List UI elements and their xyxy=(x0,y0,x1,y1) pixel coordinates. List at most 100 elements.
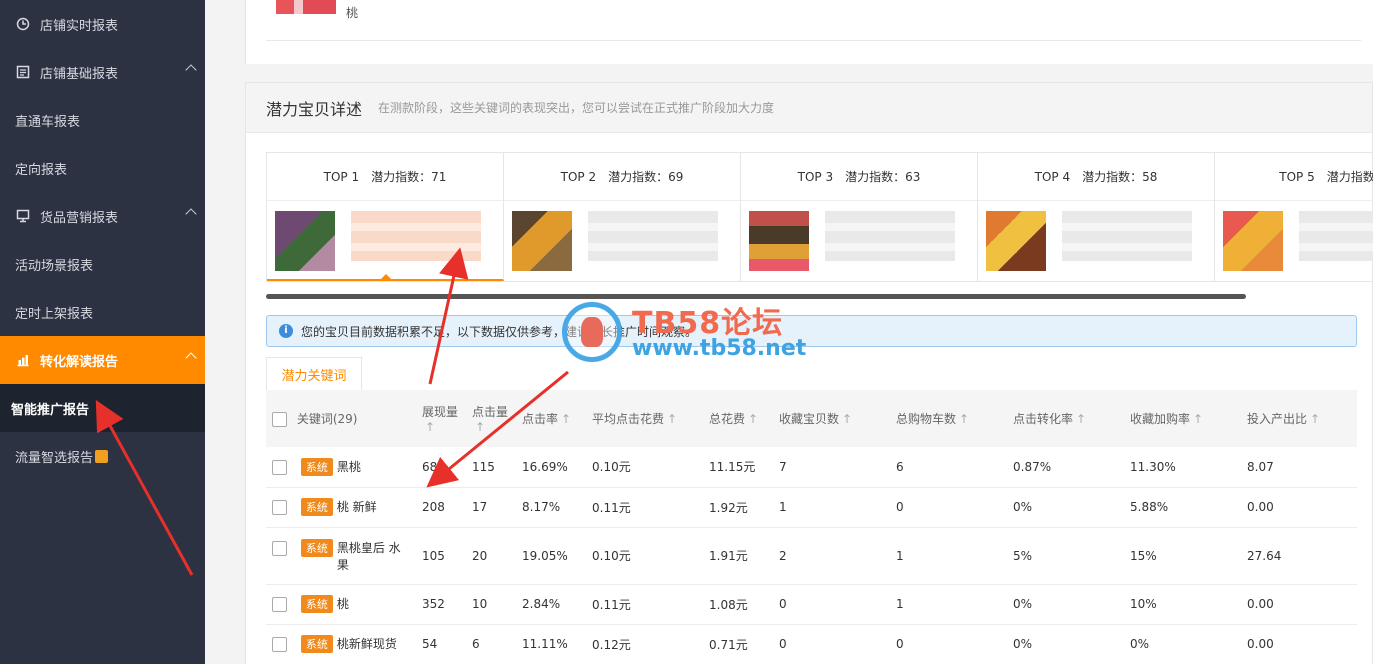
system-tag: 系统 xyxy=(300,457,333,476)
product-title-blurred xyxy=(1062,211,1192,261)
sidebar-item-activity-scene[interactable]: 活动场景报表 xyxy=(0,240,205,288)
product-title-blurred xyxy=(588,211,718,261)
sidebar-item-label: 转化解读报告 xyxy=(40,354,119,370)
system-tag: 系统 xyxy=(300,498,333,516)
cpc: 0.11元 xyxy=(586,487,703,528)
product-image xyxy=(512,211,572,271)
fav-cart-rate: 0% xyxy=(1124,624,1241,664)
carts: 0 xyxy=(890,487,1007,528)
main-content: 桃 潜力宝贝详述 在测款阶段，这些关键词的表现突出，您可以尝试在正式推广阶段加大… xyxy=(205,0,1373,664)
report-icon xyxy=(16,65,30,79)
sidebar-item-store-realtime[interactable]: 店铺实时报表 xyxy=(0,0,205,48)
keyword: 桃新鲜现货 xyxy=(336,637,397,651)
product-title-blurred xyxy=(351,211,481,261)
sidebar-item-store-basic[interactable]: 店铺基础报表 xyxy=(0,48,205,96)
table-row: 系统桃 新鲜 208 17 8.17% 0.11元 1.92元 1 0 0% 5… xyxy=(266,487,1357,528)
row-checkbox[interactable] xyxy=(272,637,287,652)
row-checkbox[interactable] xyxy=(272,500,287,515)
col-fav-cart-rate[interactable]: 收藏加购率 ↑ xyxy=(1124,390,1241,447)
new-badge-icon xyxy=(95,449,109,463)
row-checkbox[interactable] xyxy=(272,459,287,475)
clicks: 115 xyxy=(466,447,516,488)
impressions: 208 xyxy=(416,487,466,528)
col-cvr[interactable]: 点击转化率 ↑ xyxy=(1007,390,1124,447)
sidebar-item-label: 智能推广报告 xyxy=(11,402,90,418)
sidebar-item-traffic-select[interactable]: 流量智选报告 xyxy=(0,432,205,480)
sidebar-item-goods-marketing[interactable]: 货品营销报表 xyxy=(0,192,205,240)
sidebar-item-smart-promotion[interactable]: 智能推广报告 xyxy=(0,384,205,432)
cpc: 0.10元 xyxy=(586,527,703,585)
sidebar-item-label: 直通车报表 xyxy=(15,114,81,130)
col-cpc[interactable]: 平均点击花费 ↑ xyxy=(586,390,703,447)
sidebar-item-conversion-report[interactable]: 转化解读报告 xyxy=(0,336,205,384)
sidebar-item-scheduled-listing[interactable]: 定时上架报表 xyxy=(0,288,205,336)
cvr: 0% xyxy=(1007,487,1124,528)
chevron-up-icon xyxy=(185,208,197,220)
tab-top-3[interactable]: TOP 3 潜力指数：63 xyxy=(741,153,978,281)
sidebar-item-targeting[interactable]: 定向报表 xyxy=(0,144,205,192)
product-thumbnail xyxy=(276,0,336,14)
cvr: 5% xyxy=(1007,527,1124,585)
roi: 8.07 xyxy=(1241,447,1357,488)
divider xyxy=(266,40,1361,41)
sort-arrow-icon: ↑ xyxy=(667,412,678,426)
cost: 11.15元 xyxy=(703,447,773,488)
tab-potential-keywords[interactable]: 潜力关键词 xyxy=(266,357,362,391)
col-roi[interactable]: 投入产出比 ↑ xyxy=(1241,390,1357,447)
keyword-table: 关键词(29) 展现量 ↑ 点击量 ↑ 点击率 ↑ 平均点击花费 ↑ 总花费 ↑ 收藏宝贝… xyxy=(266,390,1357,664)
table-row: 系统 黑桃 689 115 16.69% 0.10元 11.15元 7 6 0.8… xyxy=(266,447,1357,488)
monitor-icon xyxy=(16,209,30,223)
tab-top-4[interactable]: TOP 4 潜力指数：58 xyxy=(978,153,1215,281)
sidebar-item-through-train[interactable]: 直通车报表 xyxy=(0,96,205,144)
system-tag: 系统 xyxy=(300,635,333,653)
product-title-blurred xyxy=(825,211,955,261)
table-header-row: 关键词(29) 展现量 ↑ 点击量 ↑ 点击率 ↑ 平均点击花费 ↑ 总花费 ↑ 收藏宝贝… xyxy=(266,390,1357,447)
tab-top-2[interactable]: TOP 2 潜力指数：69 xyxy=(504,153,741,281)
col-ctr[interactable]: 点击率 ↑ xyxy=(516,390,586,447)
impressions: 105 xyxy=(416,527,466,585)
cpc: 0.10元 xyxy=(586,447,703,488)
cost: 1.08元 xyxy=(703,584,773,625)
clicks: 10 xyxy=(466,584,516,625)
col-cost[interactable]: 总花费 ↑ xyxy=(703,390,773,447)
product-title-blurred xyxy=(1299,211,1373,261)
keyword: 黑桃皇后 水果 xyxy=(336,540,401,572)
row-checkbox[interactable] xyxy=(272,597,287,612)
clicks: 17 xyxy=(466,487,516,528)
sort-arrow-icon: ↑ xyxy=(425,420,436,434)
horizontal-scrollbar[interactable] xyxy=(266,294,1246,299)
notice-text: 您的宝贝目前数据积累不足，以下数据仅供参考，建议延长推广时间观察。 xyxy=(301,324,698,339)
favs: 0 xyxy=(773,584,890,625)
col-impressions[interactable]: 展现量 ↑ xyxy=(416,390,466,447)
cost: 1.92元 xyxy=(703,487,773,528)
product-card: 桃 xyxy=(245,0,1373,64)
ctr: 16.69% xyxy=(516,447,586,488)
carts: 0 xyxy=(890,624,1007,664)
keyword: 桃 新鲜 xyxy=(336,500,377,514)
tab-top-1[interactable]: TOP 1 潜力指数：71 xyxy=(267,153,504,281)
tab-index: 潜力指数：71 xyxy=(371,170,447,184)
carts: 6 xyxy=(890,447,1007,488)
impressions: 54 xyxy=(416,624,466,664)
favs: 7 xyxy=(773,447,890,488)
clock-icon xyxy=(16,17,30,31)
col-carts[interactable]: 总购物车数 ↑ xyxy=(890,390,1007,447)
col-favs[interactable]: 收藏宝贝数 ↑ xyxy=(773,390,890,447)
system-tag: 系统 xyxy=(300,595,333,613)
roi: 0.00 xyxy=(1241,584,1357,625)
sort-arrow-icon: ↑ xyxy=(1310,412,1321,426)
tab-index: 潜力指数： xyxy=(1326,170,1373,184)
table-row: 系统桃 352 10 2.84% 0.11元 1.08元 0 1 0% 10% … xyxy=(266,584,1357,625)
select-all-checkbox[interactable] xyxy=(272,412,287,427)
info-notice: i 您的宝贝目前数据积累不足，以下数据仅供参考，建议延长推广时间观察。 xyxy=(266,315,1357,347)
product-image xyxy=(1223,211,1283,271)
keyword: 桃 xyxy=(336,597,349,611)
tab-index: 潜力指数：63 xyxy=(845,170,921,184)
sidebar-item-label: 店铺基础报表 xyxy=(40,66,119,82)
fav-cart-rate: 5.88% xyxy=(1124,487,1241,528)
top-item-tabs: TOP 1 潜力指数：71 TOP 2 潜力指数：69 TOP 3 潜力指数：63 T… xyxy=(266,152,1373,282)
product-image xyxy=(749,211,809,271)
row-checkbox[interactable] xyxy=(272,540,287,556)
tab-top-5[interactable]: TOP 5 潜力指数： xyxy=(1215,153,1373,281)
col-clicks[interactable]: 点击量 ↑ xyxy=(466,390,516,447)
